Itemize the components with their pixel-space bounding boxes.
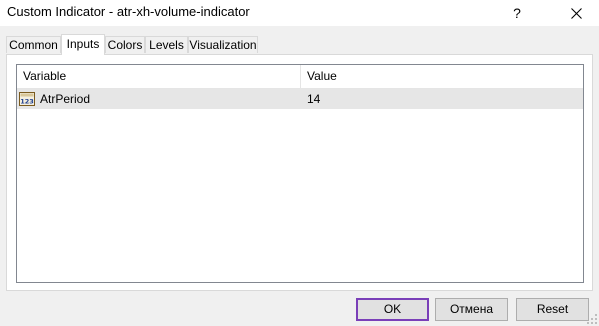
tab-levels[interactable]: Levels <box>145 36 188 53</box>
custom-indicator-dialog: Custom Indicator - atr-xh-volume-indicat… <box>0 0 599 326</box>
tab-levels-label: Levels <box>149 38 184 52</box>
variable-name: AtrPeriod <box>40 92 91 106</box>
tab-inputs-label: Inputs <box>66 37 100 51</box>
close-icon <box>570 7 582 19</box>
column-header-variable[interactable]: Variable <box>17 65 301 88</box>
resize-grip-icon[interactable] <box>587 314 597 324</box>
title-bar: Custom Indicator - atr-xh-volume-indicat… <box>0 0 599 26</box>
column-header-value[interactable]: Value <box>301 65 583 88</box>
tab-visualization-label: Visualization <box>189 38 257 52</box>
reset-button-label: Reset <box>536 302 569 316</box>
column-value-label: Value <box>307 69 337 83</box>
column-variable-label: Variable <box>23 69 67 83</box>
tab-colors-label: Colors <box>107 38 143 52</box>
table-row[interactable]: 123 AtrPeriod 14 <box>17 89 583 109</box>
tab-common-label: Common <box>9 38 58 52</box>
help-button[interactable]: ? <box>494 0 540 26</box>
variable-value: 14 <box>307 92 321 106</box>
integer-type-icon: 123 <box>19 92 35 106</box>
cancel-button[interactable]: Отмена <box>435 298 508 321</box>
tab-visualization[interactable]: Visualization <box>188 36 258 53</box>
inputs-list[interactable]: Variable Value 123 AtrPeriod 14 <box>16 64 584 283</box>
close-button[interactable] <box>553 0 599 26</box>
window-title: Custom Indicator - atr-xh-volume-indicat… <box>7 4 250 19</box>
value-cell[interactable]: 14 <box>307 89 577 109</box>
ok-button[interactable]: OK <box>356 298 429 321</box>
inputs-list-header: Variable Value <box>17 65 583 89</box>
inputs-tab-panel: Variable Value 123 AtrPeriod 14 <box>6 54 593 291</box>
ok-button-label: OK <box>383 302 402 316</box>
svg-text:123: 123 <box>20 98 34 106</box>
cancel-button-label: Отмена <box>449 302 494 316</box>
tab-inputs[interactable]: Inputs <box>61 34 105 55</box>
variable-cell[interactable]: 123 AtrPeriod <box>19 89 301 109</box>
tab-colors[interactable]: Colors <box>105 36 145 53</box>
reset-button[interactable]: Reset <box>516 298 589 321</box>
help-icon: ? <box>513 5 521 21</box>
tab-common[interactable]: Common <box>6 36 61 53</box>
